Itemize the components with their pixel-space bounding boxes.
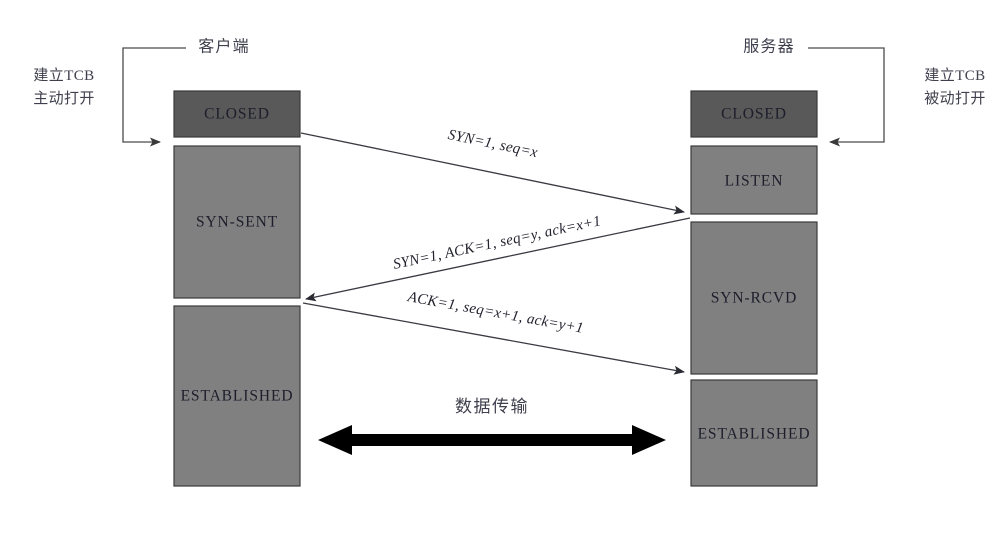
client-note-line-1: 建立TCB	[33, 67, 94, 84]
server-note-line-1: 建立TCB	[924, 67, 985, 84]
tcp-handshake-diagram: 客户端 建立TCB 主动打开 服务器 建立TCB 被动打开 CLOSED SYN…	[33, 38, 986, 487]
server-header-label: 服务器	[743, 38, 795, 56]
data-transfer-group: 数据传输	[318, 397, 666, 455]
message-syn-label: SYN=1, seq=x	[446, 127, 539, 161]
client-state-syn-sent[interactable]: SYN-SENT	[173, 145, 301, 299]
server-state-established[interactable]: ESTABLISHED	[690, 379, 818, 487]
state-box-label: CLOSED	[204, 106, 270, 123]
server-bracket	[808, 47, 885, 147]
message-syn-ack-line	[305, 217, 691, 302]
state-box-label: LISTEN	[725, 173, 784, 190]
message-ack: ACK=1, seq=x+1, ack=y+1	[302, 289, 685, 375]
client-note-line-2: 主动打开	[33, 90, 95, 107]
server-note-group: 建立TCB 被动打开	[924, 67, 986, 107]
state-box-label: ESTABLISHED	[181, 388, 294, 405]
client-state-closed[interactable]: CLOSED	[173, 90, 301, 138]
message-syn-ack: SYN=1, ACK=1, seq=y, ack=x+1	[305, 213, 691, 302]
state-box-label: SYN-SENT	[196, 214, 278, 231]
server-state-column: CLOSED LISTEN SYN-RCVD ESTABLISHED	[690, 90, 818, 487]
state-box-label: CLOSED	[721, 106, 787, 123]
message-ack-label: ACK=1, seq=x+1, ack=y+1	[406, 289, 585, 337]
client-header-label: 客户端	[198, 38, 250, 56]
server-state-closed[interactable]: CLOSED	[690, 90, 818, 138]
client-state-column: CLOSED SYN-SENT ESTABLISHED	[173, 90, 301, 487]
state-box-label: SYN-RCVD	[711, 290, 797, 307]
client-note-group: 建立TCB 主动打开	[33, 67, 95, 107]
client-state-established[interactable]: ESTABLISHED	[173, 305, 301, 487]
server-state-syn-rcvd[interactable]: SYN-RCVD	[690, 221, 818, 375]
message-syn: SYN=1, seq=x	[300, 127, 685, 215]
data-transfer-double-arrow	[318, 425, 666, 455]
server-state-listen[interactable]: LISTEN	[690, 145, 818, 215]
diagram-canvas: 客户端 建立TCB 主动打开 服务器 建立TCB 被动打开 CLOSED SYN…	[0, 0, 1008, 540]
data-transfer-label: 数据传输	[455, 397, 529, 416]
server-note-line-2: 被动打开	[924, 90, 986, 107]
state-box-label: ESTABLISHED	[698, 426, 811, 443]
